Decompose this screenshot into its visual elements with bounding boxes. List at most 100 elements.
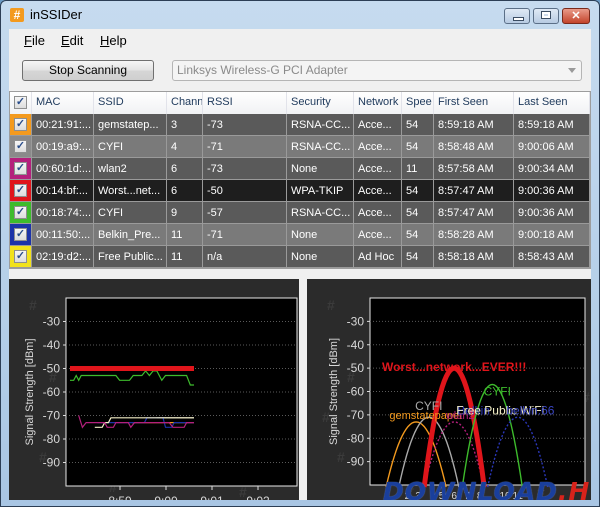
table-row[interactable]: ✓ 00:60:1d:... wlan2 6 -73 None Acce... 11 8:57:… — [10, 158, 590, 180]
cell-first-seen: 8:57:47 AM — [434, 180, 514, 202]
curve-label: CYFI — [484, 385, 511, 399]
table-row[interactable]: ✓ 00:19:a9:... CYFI 4 -71 RSNA-CC... Acce... 54… — [10, 136, 590, 158]
y-tick-label: -80 — [347, 431, 365, 445]
table-row[interactable]: ✓ 02:19:d2:... Free Public... 11 n/a None Ad H… — [10, 246, 590, 268]
cell-channel: 6 — [167, 158, 203, 180]
y-axis-label: Signal Strength [dBm] — [328, 338, 340, 445]
cell-speed: 54 — [402, 136, 434, 158]
cell-rssi: -71 — [203, 136, 287, 158]
cell-speed: 11 — [402, 158, 434, 180]
time-graph-chart: -30 -40 -50 -60 -70 -80 -90 Signal Strength [dB… — [24, 297, 298, 500]
cell-channel: 9 — [167, 202, 203, 224]
cell-mac: 00:21:91:... — [32, 114, 94, 136]
row-color-checkbox-cell[interactable]: ✓ — [10, 202, 32, 224]
row-color-checkbox-cell[interactable]: ✓ — [10, 158, 32, 180]
y-tick-label: -50 — [347, 361, 365, 375]
select-all-column[interactable]: ✓ — [10, 92, 32, 114]
menu-file-mnemonic: F — [24, 33, 32, 48]
y-tick-label: -70 — [43, 409, 61, 423]
column-header-channel[interactable]: Chann — [167, 92, 203, 114]
cell-security: None — [287, 246, 354, 268]
column-header-last-seen[interactable]: Last Seen — [514, 92, 590, 114]
cell-mac: 00:14:bf:... — [32, 180, 94, 202]
menu-help-mnemonic: H — [100, 33, 110, 48]
cell-mac: 00:60:1d:... — [32, 158, 94, 180]
menu-help[interactable]: Help — [100, 33, 127, 48]
close-button[interactable]: ✕ — [562, 8, 590, 24]
window-title: inSSIDer — [30, 7, 83, 22]
cell-network: Acce... — [354, 158, 402, 180]
column-header-first-seen[interactable]: First Seen — [434, 92, 514, 114]
row-color-checkbox-cell[interactable]: ✓ — [10, 114, 32, 136]
cell-mac: 00:18:74:... — [32, 202, 94, 224]
cell-network: Ad Hoc — [354, 246, 402, 268]
column-header-rssi[interactable]: RSSI — [203, 92, 287, 114]
row-checkbox[interactable]: ✓ — [14, 206, 27, 219]
cell-speed: 54 — [402, 246, 434, 268]
watermark: DOWNLOAD.HR — [383, 477, 591, 500]
cell-last-seen: 9:00:36 AM — [514, 180, 590, 202]
x-tick-label: 9:02 — [246, 494, 270, 500]
row-color-checkbox-cell[interactable]: ✓ — [10, 246, 32, 268]
cell-speed: 54 — [402, 114, 434, 136]
cell-rssi: -73 — [203, 158, 287, 180]
cell-rssi: -50 — [203, 180, 287, 202]
y-tick-label: -40 — [43, 338, 61, 352]
maximize-icon — [534, 9, 558, 23]
close-icon: ✕ — [571, 10, 581, 22]
row-checkbox[interactable]: ✓ — [14, 184, 27, 197]
row-checkbox[interactable]: ✓ — [14, 162, 27, 175]
row-checkbox[interactable]: ✓ — [14, 118, 27, 131]
plot-area — [369, 297, 586, 486]
row-checkbox[interactable]: ✓ — [14, 140, 27, 153]
cell-speed: 54 — [402, 202, 434, 224]
table-row[interactable]: ✓ 00:21:91:... gemstatep... 3 -73 RSNA-CC... A… — [10, 114, 590, 136]
adapter-select[interactable]: Linksys Wireless-G PCI Adapter — [172, 60, 582, 81]
column-header-network[interactable]: Network — [354, 92, 402, 114]
cell-security: RSNA-CC... — [287, 114, 354, 136]
table-row[interactable]: ✓ 00:18:74:... CYFI 9 -57 RSNA-CC... Acce... 54… — [10, 202, 590, 224]
x-tick-label: 9:01 — [200, 494, 224, 500]
cell-first-seen: 8:58:28 AM — [434, 224, 514, 246]
row-checkbox[interactable]: ✓ — [14, 250, 27, 263]
cell-ssid: gemstatep... — [94, 114, 167, 136]
minimize-button[interactable] — [504, 8, 530, 24]
row-checkbox[interactable]: ✓ — [14, 228, 27, 241]
cell-security: None — [287, 158, 354, 180]
menu-edit[interactable]: Edit — [61, 33, 83, 48]
column-header-security[interactable]: Security — [287, 92, 354, 114]
maximize-button[interactable] — [533, 8, 559, 24]
row-color-checkbox-cell[interactable]: ✓ — [10, 180, 32, 202]
cell-channel: 11 — [167, 246, 203, 268]
table-row[interactable]: ✓ 00:11:50:... Belkin_Pre... 11 -71 None Acce.… — [10, 224, 590, 246]
cell-mac: 02:19:d2:... — [32, 246, 94, 268]
row-color-checkbox-cell[interactable]: ✓ — [10, 224, 32, 246]
table-row[interactable]: ✓ 00:14:bf:... Worst...net... 6 -50 WPA-TKIP A… — [10, 180, 590, 202]
cell-mac: 00:19:a9:... — [32, 136, 94, 158]
cell-ssid: Worst...net... — [94, 180, 167, 202]
chevron-down-icon — [568, 68, 576, 73]
table-header: ✓ MAC SSID Chann RSSI Security Network Spee Firs… — [10, 92, 590, 115]
title-bar[interactable]: # inSSIDer ✕ — [1, 1, 599, 29]
column-header-speed[interactable]: Spee — [402, 92, 434, 114]
column-header-mac[interactable]: MAC — [32, 92, 94, 114]
cell-ssid: Free Public... — [94, 246, 167, 268]
cell-last-seen: 9:00:36 AM — [514, 202, 590, 224]
cell-ssid: wlan2 — [94, 158, 167, 180]
menu-bar: File Edit Help — [9, 29, 591, 51]
column-header-ssid[interactable]: SSID — [94, 92, 167, 114]
curve-label: belkin.66 — [506, 404, 554, 418]
stop-scanning-button[interactable]: Stop Scanning — [22, 60, 154, 81]
app-window: # inSSIDer ✕ File Edit Help Stop Scannin… — [0, 0, 600, 507]
cell-rssi: -71 — [203, 224, 287, 246]
cell-speed: 54 — [402, 224, 434, 246]
cell-first-seen: 8:58:48 AM — [434, 136, 514, 158]
menu-file-label: ile — [31, 33, 45, 48]
menu-edit-label: dit — [69, 33, 84, 48]
menu-file[interactable]: File — [24, 33, 45, 48]
row-color-checkbox-cell[interactable]: ✓ — [10, 136, 32, 158]
menu-help-label: elp — [109, 33, 127, 48]
y-tick-label: -60 — [347, 385, 365, 399]
select-all-checkbox[interactable]: ✓ — [14, 96, 27, 109]
cell-mac: 00:11:50:... — [32, 224, 94, 246]
